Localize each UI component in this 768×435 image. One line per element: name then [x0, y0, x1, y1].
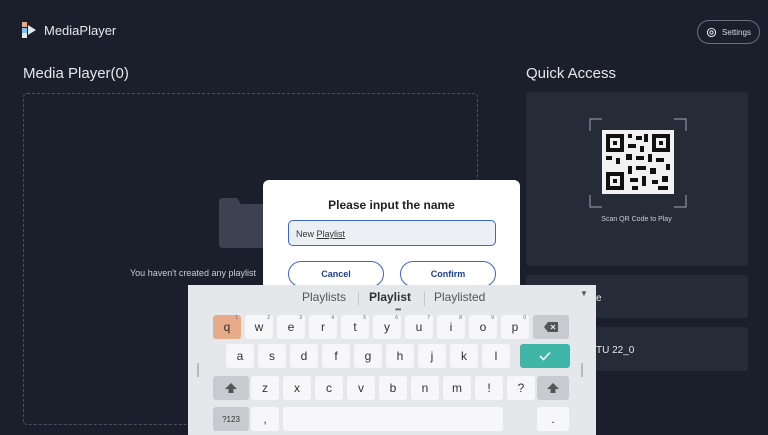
- suggestion-3[interactable]: Playlisted: [434, 290, 485, 304]
- key-y[interactable]: y6: [373, 315, 401, 339]
- dialog-title: Please input the name: [328, 198, 455, 212]
- suggestion-divider: [358, 292, 359, 306]
- folder-icon: [219, 198, 269, 248]
- key-exclamation[interactable]: !: [475, 376, 503, 400]
- key-k[interactable]: k: [450, 344, 478, 368]
- key-x[interactable]: x: [283, 376, 311, 400]
- key-comma[interactable]: ,: [251, 407, 279, 431]
- key-v[interactable]: v: [347, 376, 375, 400]
- media-player-title: Media Player(0): [23, 65, 129, 82]
- input-text-prefix: New: [296, 229, 317, 239]
- key-s[interactable]: s: [258, 344, 286, 368]
- input-text-word: Playlist: [316, 229, 346, 239]
- settings-label: Settings: [722, 27, 751, 37]
- gear-icon: [706, 27, 717, 37]
- shift-icon: [547, 383, 559, 393]
- key-j[interactable]: j: [418, 344, 446, 368]
- space-key[interactable]: [283, 407, 503, 431]
- key-h[interactable]: h: [386, 344, 414, 368]
- settings-button[interactable]: Settings: [697, 20, 760, 44]
- key-b[interactable]: b: [379, 376, 407, 400]
- key-d[interactable]: d: [290, 344, 318, 368]
- collapse-keyboard-icon[interactable]: ▼: [580, 289, 588, 298]
- quick-access-item-2-label: TU 22_0: [596, 345, 635, 356]
- name-input-dialog: Please input the name New Playlist Cance…: [263, 180, 520, 290]
- key-i[interactable]: i8: [437, 315, 465, 339]
- empty-playlist-text: You haven't created any playlist: [130, 268, 256, 278]
- more-suggestions-icon[interactable]: •••: [395, 305, 401, 314]
- qr-code-icon[interactable]: [602, 130, 674, 194]
- suggestion-1[interactable]: Playlists: [302, 290, 346, 304]
- app-header: MediaPlayer Settings: [0, 0, 768, 60]
- key-u[interactable]: u7: [405, 315, 433, 339]
- key-g[interactable]: g: [354, 344, 382, 368]
- key-c[interactable]: c: [315, 376, 343, 400]
- confirm-button[interactable]: Confirm: [400, 261, 496, 287]
- key-p[interactable]: p0: [501, 315, 529, 339]
- cancel-button[interactable]: Cancel: [288, 261, 384, 287]
- key-l[interactable]: l: [482, 344, 510, 368]
- quick-access-title: Quick Access: [526, 65, 617, 82]
- key-n[interactable]: n: [411, 376, 439, 400]
- backspace-key[interactable]: [533, 315, 569, 339]
- on-screen-keyboard: Playlists Playlist ••• Playlisted ▼ q1 w…: [188, 285, 596, 435]
- suggestion-divider: [424, 292, 425, 306]
- suggestion-bar: Playlists Playlist ••• Playlisted ▼: [188, 285, 596, 314]
- key-t[interactable]: t5: [341, 315, 369, 339]
- shift-key-left[interactable]: [213, 376, 249, 400]
- key-z[interactable]: z: [251, 376, 279, 400]
- key-period[interactable]: .: [537, 407, 569, 431]
- key-f[interactable]: f: [322, 344, 350, 368]
- shift-icon: [225, 383, 237, 393]
- backspace-icon: [544, 322, 558, 332]
- suggestion-2[interactable]: Playlist: [369, 290, 411, 304]
- keyboard-resize-handle[interactable]: [581, 363, 583, 377]
- key-w[interactable]: w2: [245, 315, 273, 339]
- symbols-key[interactable]: ?123: [213, 407, 249, 431]
- key-r[interactable]: r4: [309, 315, 337, 339]
- mediaplayer-logo-icon: [22, 22, 36, 38]
- scan-qr-text: Scan QR Code to Play: [601, 216, 672, 223]
- checkmark-icon: [539, 351, 551, 361]
- key-e[interactable]: e3: [277, 315, 305, 339]
- key-o[interactable]: o9: [469, 315, 497, 339]
- enter-key[interactable]: [520, 344, 570, 368]
- keyboard-resize-handle[interactable]: [197, 363, 199, 377]
- key-m[interactable]: m: [443, 376, 471, 400]
- key-q[interactable]: q1: [213, 315, 241, 339]
- key-question[interactable]: ?: [507, 376, 535, 400]
- shift-key-right[interactable]: [537, 376, 569, 400]
- key-a[interactable]: a: [226, 344, 254, 368]
- quick-access-item-1-label: e: [596, 293, 602, 304]
- app-title: MediaPlayer: [44, 23, 117, 38]
- playlist-name-input[interactable]: New Playlist: [288, 220, 496, 246]
